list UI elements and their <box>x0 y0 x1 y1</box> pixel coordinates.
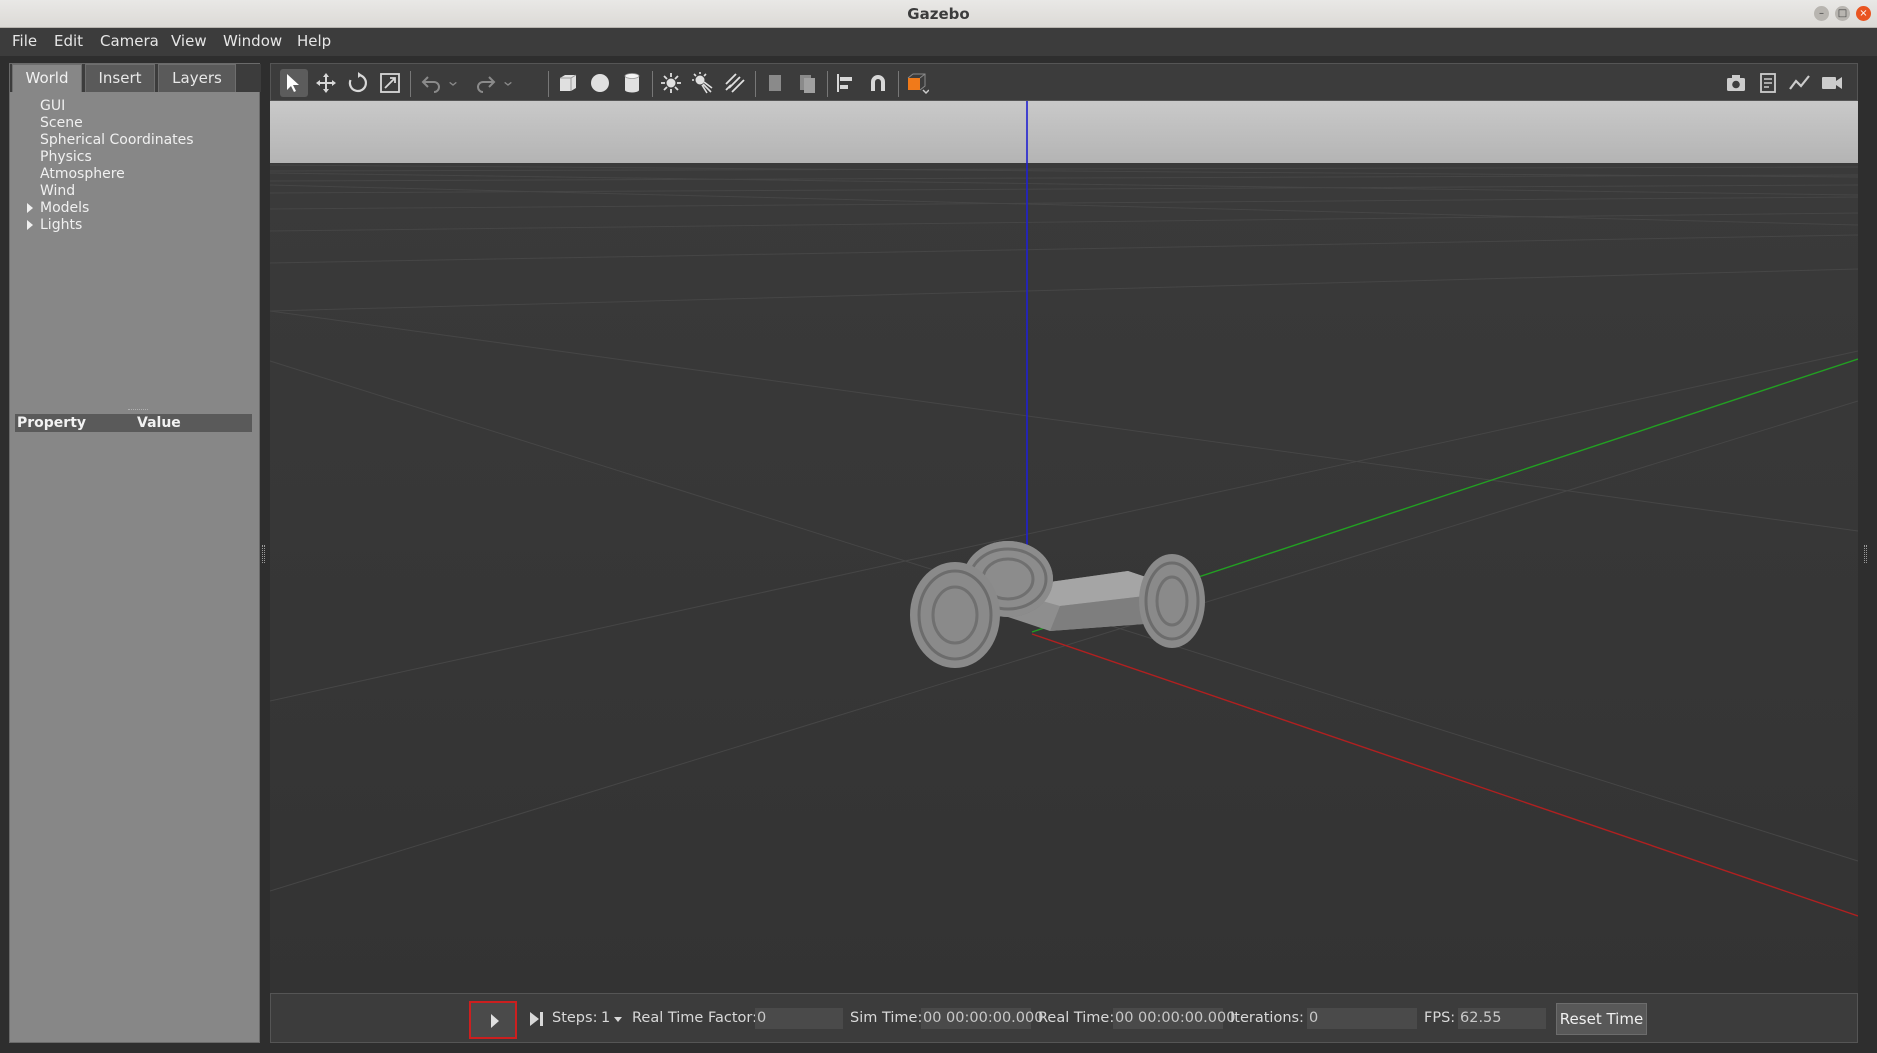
toolbar-separator <box>410 71 411 97</box>
scale-icon[interactable] <box>376 69 404 97</box>
reset-time-button[interactable]: Reset Time <box>1556 1003 1647 1035</box>
panel-splitter-handle[interactable] <box>128 409 148 411</box>
toolbar-separator <box>652 71 653 97</box>
tab-insert[interactable]: Insert <box>85 64 155 92</box>
ground-plane <box>270 163 1858 993</box>
rotate-icon[interactable] <box>344 69 372 97</box>
minimize-button[interactable]: – <box>1814 6 1829 21</box>
redo-icon[interactable] <box>472 69 500 97</box>
tree-item-spherical-coordinates[interactable]: Spherical Coordinates <box>40 132 194 149</box>
undo-history-dropdown-icon[interactable] <box>445 69 461 97</box>
menu-help[interactable]: Help <box>297 32 331 50</box>
steps-label: Steps: <box>552 1010 598 1026</box>
real-time-label: Real Time: <box>1038 1010 1115 1026</box>
tree-item-gui[interactable]: GUI <box>40 98 65 115</box>
align-icon[interactable] <box>832 69 860 97</box>
menu-bar: File Edit Camera View Window Help <box>0 28 1877 56</box>
iterations-label: Iterations: <box>1230 1010 1304 1026</box>
sphere-shape-icon[interactable] <box>586 69 614 97</box>
tree-item-label: Scene <box>40 115 83 131</box>
tree-item-label: Physics <box>40 149 92 165</box>
steps-dropdown[interactable]: 1 <box>601 1010 610 1026</box>
plot-icon[interactable] <box>1786 69 1814 97</box>
cylinder-shape-icon[interactable] <box>618 69 646 97</box>
sim-time-value: 00 00:00:00.000 <box>921 1008 1043 1029</box>
menu-window[interactable]: Window <box>223 32 282 50</box>
value-column-header: Value <box>137 415 181 431</box>
tree-item-label: Atmosphere <box>40 166 125 182</box>
expand-arrow-icon[interactable] <box>27 220 33 230</box>
scene-viewport[interactable] <box>270 101 1858 993</box>
fps-value: 62.55 <box>1458 1008 1546 1029</box>
tree-item-label: Lights <box>40 217 83 233</box>
maximize-button[interactable]: □ <box>1835 6 1850 21</box>
tab-layers[interactable]: Layers <box>158 64 236 92</box>
iterations-value: 0 <box>1307 1008 1417 1029</box>
toolbar-separator <box>898 71 899 97</box>
tree-item-label: Spherical Coordinates <box>40 132 194 148</box>
menu-view[interactable]: View <box>171 32 207 50</box>
log-icon[interactable] <box>1754 69 1782 97</box>
snap-magnet-icon[interactable] <box>864 69 892 97</box>
toolbar-separator <box>827 71 828 97</box>
undo-icon[interactable] <box>417 69 445 97</box>
scene-render <box>270 101 1858 993</box>
spot-light-icon[interactable] <box>689 69 717 97</box>
copy-icon[interactable] <box>761 69 789 97</box>
close-button[interactable]: × <box>1856 6 1871 21</box>
right-panel-splitter[interactable] <box>1864 545 1867 563</box>
title-bar: Gazebo – □ × <box>0 0 1877 28</box>
window-title: Gazebo <box>907 5 970 23</box>
sim-time-label: Sim Time: <box>850 1010 923 1026</box>
video-record-icon[interactable] <box>1818 69 1846 97</box>
play-icon <box>491 1014 499 1028</box>
panel-tabs: World Insert Layers <box>10 64 261 92</box>
chevron-down-icon[interactable] <box>614 1017 622 1022</box>
fps-label: FPS: <box>1424 1010 1456 1026</box>
expand-arrow-icon[interactable] <box>27 203 33 213</box>
property-table-header: Property Value <box>15 414 252 432</box>
box-shape-icon[interactable] <box>554 69 582 97</box>
translate-icon[interactable] <box>312 69 340 97</box>
view-angle-icon[interactable] <box>903 69 931 97</box>
real-time-factor-label: Real Time Factor: <box>632 1010 757 1026</box>
sky-background <box>270 101 1858 163</box>
tree-item-physics[interactable]: Physics <box>40 149 92 166</box>
screenshot-icon[interactable] <box>1722 69 1750 97</box>
tree-item-label: Models <box>40 200 90 216</box>
left-panel-splitter[interactable] <box>262 545 265 563</box>
property-column-header: Property <box>17 415 87 431</box>
tree-item-lights[interactable]: Lights <box>27 217 83 234</box>
redo-history-dropdown-icon[interactable] <box>500 69 516 97</box>
menu-file[interactable]: File <box>12 32 37 50</box>
tree-item-label: Wind <box>40 183 76 199</box>
menu-edit[interactable]: Edit <box>54 32 83 50</box>
left-side-panel: World Insert Layers GUI Scene Spherical … <box>9 63 261 1043</box>
point-light-icon[interactable] <box>657 69 685 97</box>
toolbar <box>270 63 1858 101</box>
real-time-factor-value: 0 <box>755 1008 843 1029</box>
tree-item-atmosphere[interactable]: Atmosphere <box>40 166 125 183</box>
simulation-control-bar: Steps: 1 Real Time Factor: 0 Sim Time: 0… <box>270 993 1858 1043</box>
directional-light-icon[interactable] <box>721 69 749 97</box>
toolbar-separator <box>755 71 756 97</box>
select-arrow-icon[interactable] <box>280 69 308 97</box>
real-time-value: 00 00:00:00.000 <box>1113 1008 1235 1029</box>
tree-item-label: GUI <box>40 98 66 114</box>
gazebo-app-window: Gazebo – □ × File Edit Camera View Windo… <box>0 0 1877 1053</box>
paste-icon[interactable] <box>793 69 821 97</box>
tree-item-wind[interactable]: Wind <box>40 183 75 200</box>
play-button[interactable] <box>469 1001 517 1039</box>
toolbar-separator <box>548 71 549 97</box>
step-icon[interactable] <box>528 1010 546 1028</box>
menu-camera[interactable]: Camera <box>100 32 159 50</box>
tab-world[interactable]: World <box>12 64 82 92</box>
tree-item-models[interactable]: Models <box>27 200 90 217</box>
tree-item-scene[interactable]: Scene <box>40 115 83 132</box>
